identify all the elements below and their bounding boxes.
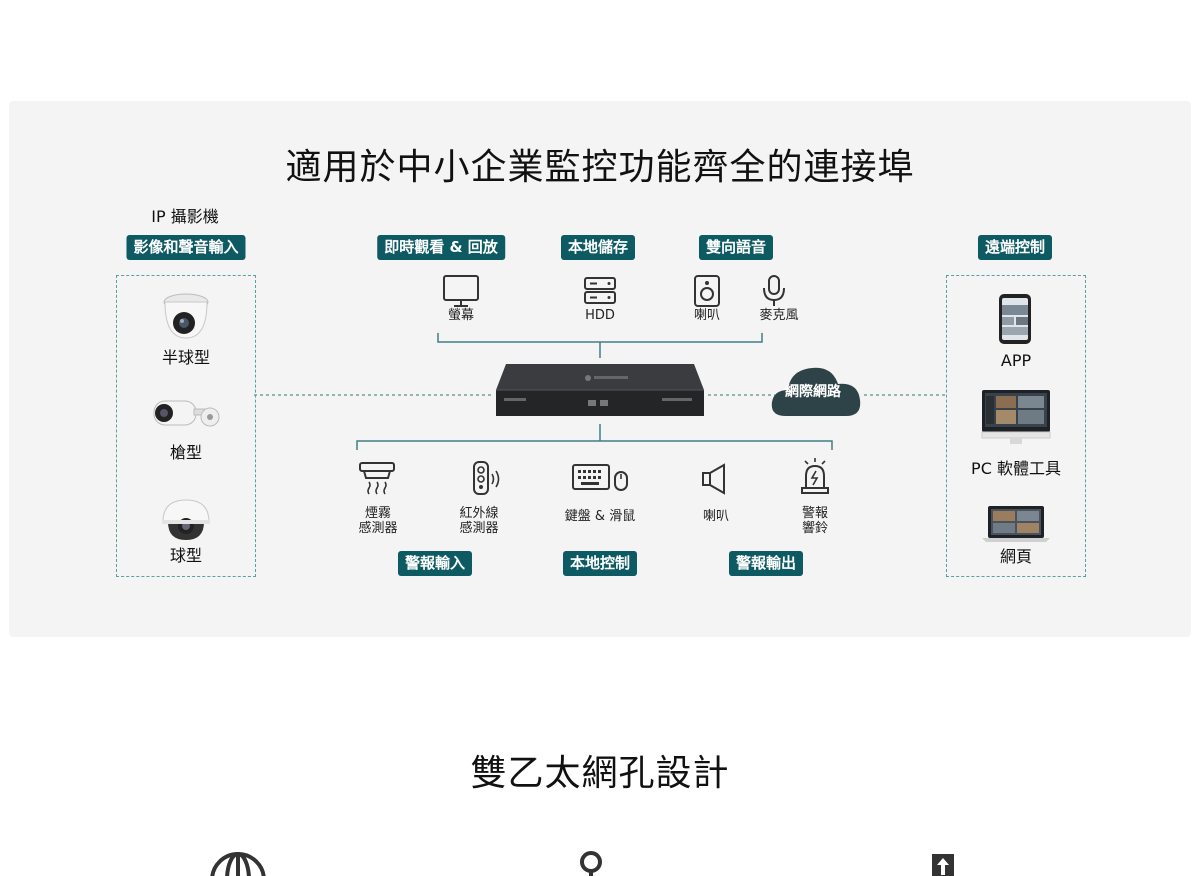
remote-label-app: APP [1000,351,1032,370]
smartphone-icon [999,294,1031,344]
desktop-pc-icon [981,390,1051,444]
keyboard-mouse-icon [572,464,628,491]
device-label-alarm-bell: 警報 響鈴 [801,506,829,536]
bullet-camera-icon [153,400,220,427]
device-label-microphone: 麥克風 [759,308,799,323]
laptop-icon [982,506,1050,542]
device-label-speaker: 喇叭 [693,308,721,323]
camera-label-dome: 半球型 [161,348,211,367]
hdd-icon [584,277,616,304]
camera-label-turret: 球型 [169,546,203,565]
badge-live-playback: 即時觀看 & 回放 [377,235,505,260]
badge-remote-control: 遠端控制 [977,235,1053,260]
badge-alarm-input: 警報輸入 [397,551,473,576]
badge-alarm-output: 警報輸出 [728,551,804,576]
alarm-bell-icon [801,458,829,494]
upload-icon [932,854,954,876]
dome-camera-icon [163,293,209,339]
device-label-monitor: 螢幕 [447,308,475,323]
camera-label-bullet: 槍型 [169,443,203,462]
device-label-hdd: HDD [585,308,615,323]
internet-label: 網際網路 [785,384,841,400]
monitor-icon [443,275,479,307]
ir-sensor-icon [473,461,500,495]
badge-video-audio-input: 影像和聲音輸入 [126,235,246,260]
remote-label-web: 網頁 [999,547,1033,566]
remote-label-pc-software: PC 軟體工具 [971,459,1061,478]
badge-local-storage: 本地儲存 [560,235,636,260]
turret-camera-icon [162,499,210,540]
device-label-ir-sensor: 紅外線 感測器 [459,506,499,536]
section-title-dual-ethernet: 雙乙太網孔設計 [470,753,730,794]
location-pin-icon [580,851,602,876]
device-label-smoke-sensor: 煙霧 感測器 [358,506,398,536]
badge-two-way-audio: 雙向語音 [698,235,774,260]
loudspeaker-icon [702,463,725,495]
microphone-icon [763,275,785,306]
nvr-device-icon [496,364,704,416]
globe-icon [210,852,266,876]
badge-local-control: 本地控制 [562,551,638,576]
smoke-sensor-icon [359,462,395,495]
speaker-icon [694,275,720,307]
ip-camera-header: IP 攝影機 [151,207,219,226]
device-label-keyboard-mouse: 鍵盤 & 滑鼠 [564,509,636,524]
device-label-loudspeaker: 喇叭 [702,509,730,524]
